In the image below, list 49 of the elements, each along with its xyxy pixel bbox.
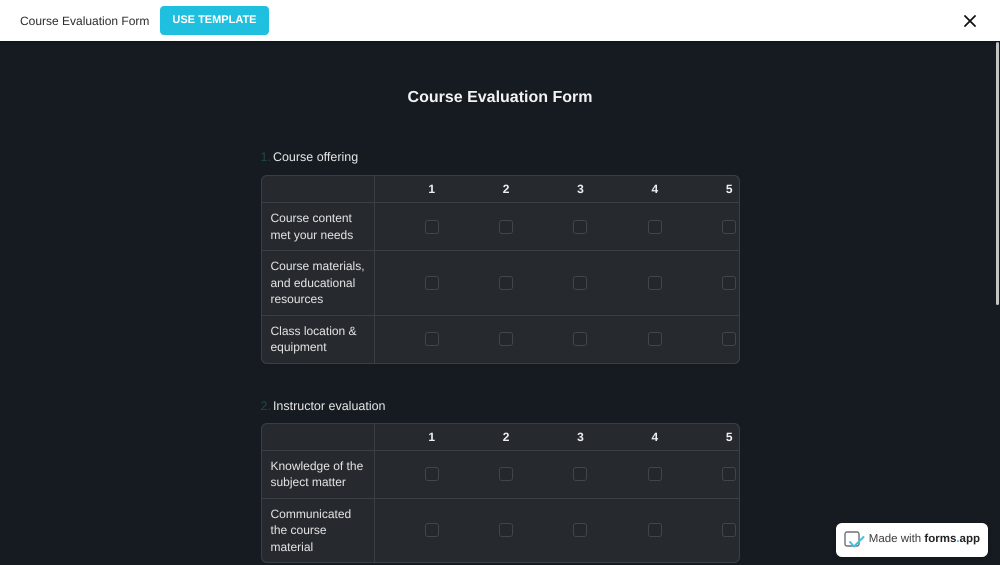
column-header: 2 — [502, 181, 510, 198]
scrollbar-thumb[interactable] — [996, 42, 999, 305]
checkbox[interactable] — [499, 276, 514, 290]
checkbox[interactable] — [424, 276, 439, 290]
checkbox[interactable] — [722, 332, 736, 346]
checkbox[interactable] — [648, 220, 662, 234]
checkbox[interactable] — [648, 332, 662, 346]
checkbox[interactable] — [573, 523, 588, 538]
checkbox[interactable] — [573, 332, 588, 346]
checkbox[interactable] — [499, 332, 514, 346]
row-label: Class location & equipment — [262, 316, 374, 362]
checkbox[interactable] — [648, 467, 662, 481]
checkbox[interactable] — [573, 220, 588, 234]
page-title: Course Evaluation Form — [20, 12, 150, 30]
checkbox[interactable] — [648, 276, 662, 290]
row-label: Communicated the course material — [262, 498, 374, 562]
checkbox[interactable] — [722, 276, 736, 290]
checkbox[interactable] — [573, 467, 588, 481]
checkbox[interactable] — [499, 220, 514, 234]
column-header: 1 — [428, 428, 436, 446]
column-header: 4 — [652, 181, 658, 198]
column-header: 5 — [726, 181, 733, 198]
checkbox[interactable] — [722, 467, 736, 481]
badge-logo-icon — [844, 530, 865, 550]
checkbox[interactable] — [424, 332, 439, 346]
checkbox[interactable] — [499, 467, 514, 481]
question-label: Course offering — [272, 149, 358, 166]
question-label: Instructor evaluation — [272, 398, 386, 414]
checkbox[interactable] — [722, 220, 736, 234]
checkbox[interactable] — [424, 467, 439, 481]
column-header: 3 — [577, 181, 584, 198]
column-header: 4 — [652, 428, 658, 446]
column-header: 2 — [502, 428, 510, 446]
column-header: 3 — [577, 428, 584, 446]
form-title: Course Evaluation Form — [406, 88, 594, 108]
checkbox[interactable] — [722, 523, 736, 538]
close-icon — [964, 14, 976, 26]
row-label: Knowledge of the subject matter — [262, 450, 374, 498]
checkbox[interactable] — [499, 523, 514, 538]
column-header: 1 — [428, 181, 436, 198]
column-header: 5 — [726, 428, 733, 446]
checkbox[interactable] — [573, 276, 588, 290]
checkbox[interactable] — [648, 523, 662, 538]
row-label: Course content met your needs — [262, 203, 374, 250]
checkbox[interactable] — [424, 523, 439, 538]
row-label: Course materials, and educational resources — [262, 251, 374, 314]
close-button[interactable] — [964, 14, 976, 26]
checkbox[interactable] — [424, 220, 439, 234]
made-with-badge[interactable]: Made with forms.app — [836, 523, 988, 557]
